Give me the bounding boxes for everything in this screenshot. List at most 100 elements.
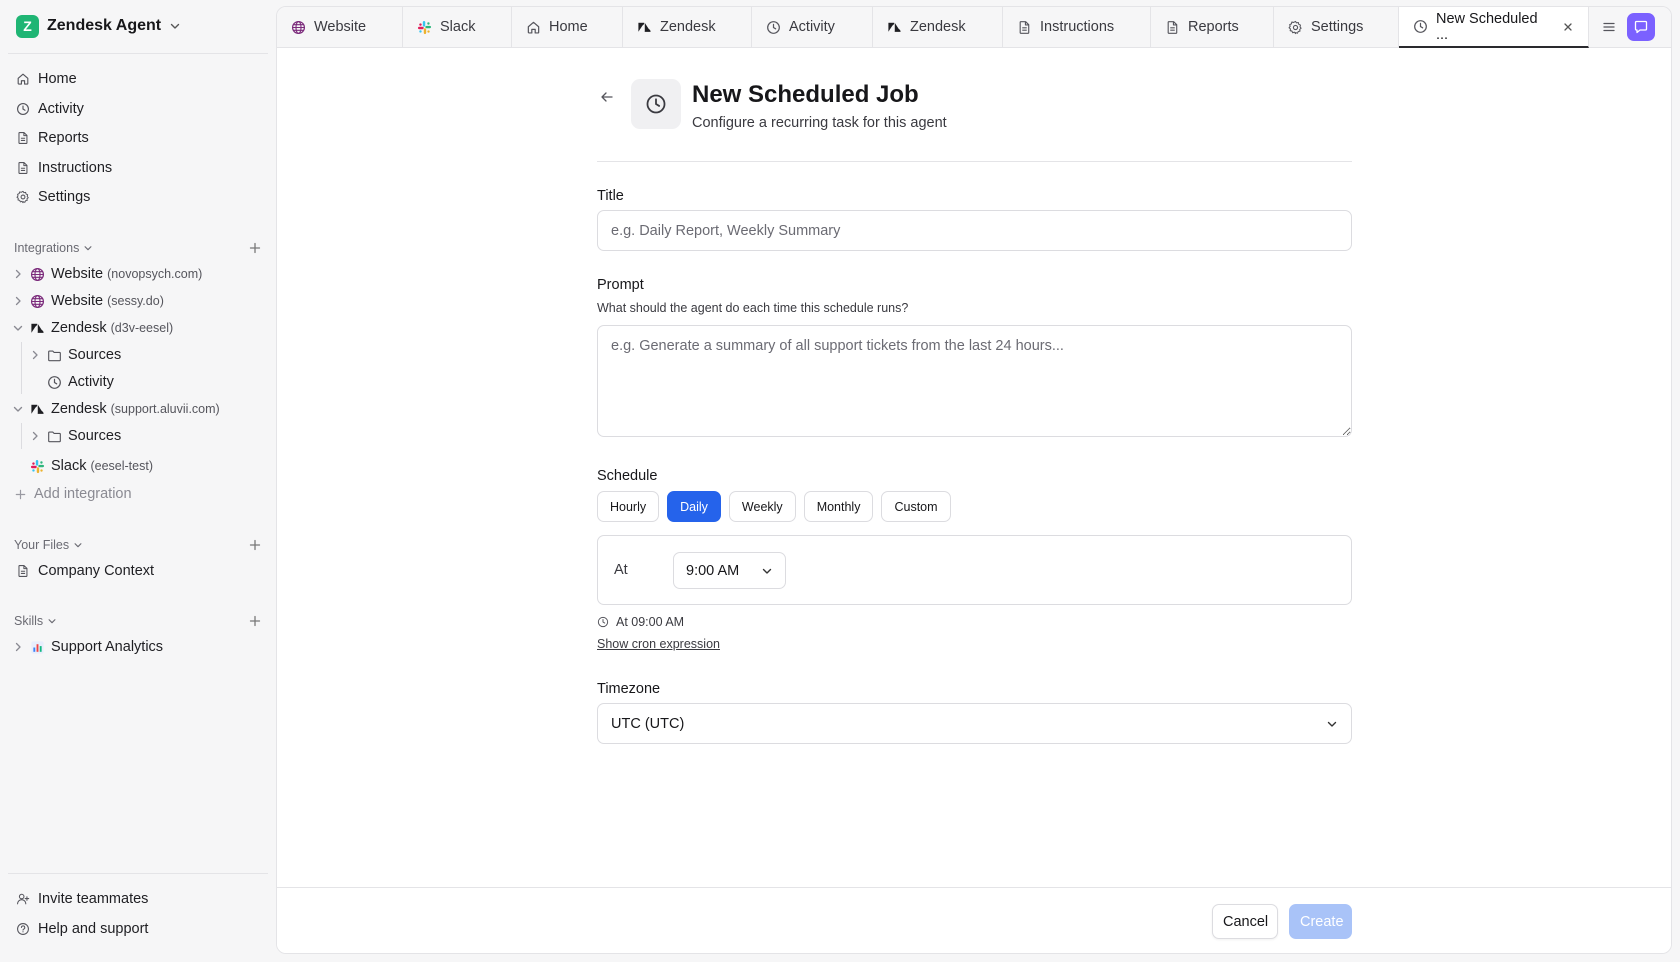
tab-label: Slack xyxy=(440,19,476,35)
close-icon[interactable] xyxy=(1562,21,1574,33)
schedule-frequency-group: Hourly Daily Weekly Monthly Custom xyxy=(597,491,951,522)
tab-home[interactable]: Home xyxy=(512,7,623,47)
nav-reports[interactable]: Reports xyxy=(12,125,268,151)
chevron-down-icon xyxy=(169,20,181,32)
tree-label: Sources xyxy=(68,347,122,363)
tab-website[interactable]: Website xyxy=(277,7,403,47)
add-integration-button[interactable]: Add integration xyxy=(14,481,268,507)
schedule-summary: At 09:00 AM xyxy=(597,615,684,629)
frequency-monthly-button[interactable]: Monthly xyxy=(803,491,874,522)
tab-activity[interactable]: Activity xyxy=(752,7,873,47)
tab-new-scheduled-job[interactable]: New Scheduled ... xyxy=(1399,7,1589,48)
integrations-header: Integrations xyxy=(14,238,262,258)
integration-sources[interactable]: Sources xyxy=(29,423,268,449)
skill-support-analytics[interactable]: Support Analytics xyxy=(12,634,268,660)
section-title: Skills xyxy=(14,614,44,628)
chevron-right-icon[interactable] xyxy=(12,641,24,653)
menu-icon[interactable] xyxy=(1601,19,1617,35)
tab-settings[interactable]: Settings xyxy=(1274,7,1399,47)
integration-zendesk-d3v[interactable]: Zendesk (d3v-eesel) xyxy=(12,315,268,341)
integration-name: Zendesk xyxy=(51,401,107,417)
globe-icon xyxy=(30,294,45,309)
integration-slack[interactable]: Slack (eesel-test) xyxy=(30,453,268,479)
tree-guide-line xyxy=(21,342,22,394)
help-support-button[interactable]: Help and support xyxy=(12,916,268,942)
workspace-switcher[interactable]: Z Zendesk Agent xyxy=(16,13,181,39)
nav-home[interactable]: Home xyxy=(12,66,268,92)
gear-icon xyxy=(16,190,30,204)
home-icon xyxy=(526,20,541,35)
nav-settings[interactable]: Settings xyxy=(12,184,268,210)
integration-website-sessy[interactable]: Website (sessy.do) xyxy=(12,288,268,314)
gear-icon xyxy=(1288,20,1303,35)
tab-instructions[interactable]: Instructions xyxy=(1003,7,1151,47)
integration-activity[interactable]: Activity xyxy=(47,369,268,395)
tab-label: Website xyxy=(314,19,367,35)
chevron-down-icon xyxy=(73,540,83,550)
frequency-weekly-button[interactable]: Weekly xyxy=(728,491,796,522)
clock-icon xyxy=(645,93,667,115)
integration-name: Zendesk xyxy=(51,320,107,336)
timezone-select[interactable]: UTC (UTC) xyxy=(597,703,1352,744)
add-integration-plus-icon[interactable] xyxy=(248,241,262,255)
files-toggle[interactable]: Your Files xyxy=(14,538,83,552)
integration-zendesk-aluvii[interactable]: Zendesk (support.aluvii.com) xyxy=(12,396,268,422)
tab-bar: Website Slack Home Zendesk Activity Zend… xyxy=(277,7,1671,48)
prompt-help-text: What should the agent do each time this … xyxy=(597,301,909,315)
tab-label: Zendesk xyxy=(660,19,716,35)
prompt-textarea[interactable] xyxy=(597,325,1352,437)
add-file-plus-icon[interactable] xyxy=(248,538,262,552)
time-select[interactable]: 9:00 AM xyxy=(673,552,786,589)
workspace-logo: Z xyxy=(16,14,39,38)
clock-icon xyxy=(766,20,781,35)
sidebar: Z Zendesk Agent Home Activity Reports In… xyxy=(0,0,276,962)
document-icon xyxy=(1165,20,1180,35)
tab-zendesk[interactable]: Zendesk xyxy=(873,7,1003,47)
invite-teammates-button[interactable]: Invite teammates xyxy=(12,886,268,912)
chat-button[interactable] xyxy=(1627,13,1655,41)
frequency-custom-button[interactable]: Custom xyxy=(881,491,951,522)
section-title: Your Files xyxy=(14,538,70,552)
files-header: Your Files xyxy=(14,535,262,555)
tab-zendesk[interactable]: Zendesk xyxy=(623,7,752,47)
create-button[interactable]: Create xyxy=(1289,904,1352,939)
home-icon xyxy=(16,72,30,86)
slack-icon xyxy=(30,459,45,474)
schedule-label: Schedule xyxy=(597,468,658,484)
skills-toggle[interactable]: Skills xyxy=(14,614,57,628)
chevron-right-icon[interactable] xyxy=(12,295,24,307)
chevron-down-icon[interactable] xyxy=(12,322,24,334)
main-panel: Website Slack Home Zendesk Activity Zend… xyxy=(276,6,1672,954)
tab-reports[interactable]: Reports xyxy=(1151,7,1274,47)
integration-sources[interactable]: Sources xyxy=(29,342,268,368)
back-arrow-icon[interactable] xyxy=(599,89,615,105)
clock-icon xyxy=(16,102,30,116)
add-skill-plus-icon[interactable] xyxy=(248,614,262,628)
chevron-right-icon[interactable] xyxy=(29,430,41,442)
integrations-toggle[interactable]: Integrations xyxy=(14,241,93,255)
file-company-context[interactable]: Company Context xyxy=(12,558,268,584)
nav-label: Reports xyxy=(38,130,89,146)
nav-label: Settings xyxy=(38,189,91,205)
nav-instructions[interactable]: Instructions xyxy=(12,155,268,181)
frequency-daily-button[interactable]: Daily xyxy=(667,491,721,522)
integration-detail: (novopsych.com) xyxy=(107,267,203,281)
show-cron-link[interactable]: Show cron expression xyxy=(597,637,720,651)
chevron-right-icon[interactable] xyxy=(12,268,24,280)
integration-website-novopsych[interactable]: Website (novopsych.com) xyxy=(12,261,268,287)
globe-icon xyxy=(30,267,45,282)
tab-slack[interactable]: Slack xyxy=(403,7,512,47)
cancel-button[interactable]: Cancel xyxy=(1212,904,1278,939)
page-title: New Scheduled Job xyxy=(692,81,919,108)
tab-label: Activity xyxy=(789,19,835,35)
tab-label: Zendesk xyxy=(910,19,966,35)
frequency-hourly-button[interactable]: Hourly xyxy=(597,491,660,522)
page-subtitle: Configure a recurring task for this agen… xyxy=(692,115,947,131)
title-input[interactable] xyxy=(597,210,1352,251)
chevron-down-icon xyxy=(83,243,93,253)
zendesk-icon xyxy=(887,20,902,35)
chevron-right-icon[interactable] xyxy=(29,349,41,361)
bottom-nav-label: Invite teammates xyxy=(38,891,149,907)
nav-activity[interactable]: Activity xyxy=(12,96,268,122)
chevron-down-icon[interactable] xyxy=(12,403,24,415)
